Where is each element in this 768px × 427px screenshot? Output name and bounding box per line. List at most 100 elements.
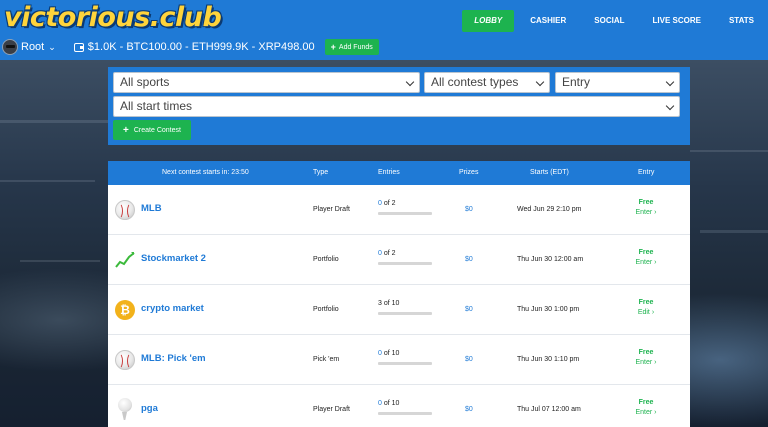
start-time-select[interactable]: All start times [113,96,680,117]
entries-count: 0 [378,200,382,207]
enter-button[interactable]: Enter › [623,209,669,216]
chevron-down-icon [535,77,545,87]
stock-chart-icon [115,250,135,270]
top-bar: victorious.club LOBBY CASHIER SOCIAL LIV… [0,0,768,60]
contest-name[interactable]: MLB [141,203,162,214]
contest-name[interactable]: crypto market [141,303,204,314]
entries-max: of 2 [383,200,396,207]
contest-entry: Free Edit › [623,299,669,316]
contest-entries: 0 of 2 [378,200,432,215]
start-time-select-value: All start times [120,99,193,113]
contest-start-time: Thu Jun 30 1:00 pm [517,306,580,313]
enter-label: Enter [635,409,653,416]
entry-select[interactable]: Entry [555,72,680,93]
nav-live-score[interactable]: LIVE SCORE [639,10,715,32]
contest-entry: Free Enter › [623,199,669,216]
sport-select-value: All sports [120,75,170,89]
site-logo[interactable]: victorious.club [4,2,222,36]
entries-max: of 10 [383,350,400,357]
avatar[interactable] [2,39,18,55]
entries-progress-bar [378,312,432,315]
contest-type: Portfolio [313,306,339,313]
table-row[interactable]: crypto market Portfolio 3 of 10 $0 Thu J… [108,285,690,335]
contest-type: Player Draft [313,406,350,413]
user-bar: Root ⌄ $1.0K - BTC100.00 - ETH999.9K - X… [2,38,379,56]
entries-count: 0 [378,400,382,407]
entries-progress-bar [378,412,432,415]
entry-fee: Free [638,399,654,406]
column-entries[interactable]: Entries [378,161,400,185]
chevron-down-icon [405,77,415,87]
table-row[interactable]: MLB Player Draft 0 of 2 $0 Wed Jun 29 2:… [108,185,690,235]
contest-start-time: Thu Jun 30 1:10 pm [517,356,580,363]
chevron-right-icon: › [654,409,657,416]
contest-entry: Free Enter › [623,399,669,416]
contest-prize: $0 [465,356,473,363]
entries-count: 0 [378,250,382,257]
column-starts[interactable]: Starts (EDT) [530,161,569,185]
contest-type: Portfolio [313,256,339,263]
golf-ball-icon [118,398,132,412]
wallet-icon [73,42,84,52]
contest-entries: 0 of 2 [378,250,432,265]
chevron-down-icon[interactable]: ⌄ [48,42,56,53]
contest-table: Next contest starts in: 23:50 Type Entri… [108,161,690,427]
filter-panel: All sports All contest types Entry All s… [108,67,690,145]
edit-label: Edit [637,309,650,316]
contest-type: Pick 'em [313,356,340,363]
column-entry[interactable]: Entry [638,161,654,185]
entries-progress-bar [378,362,432,365]
chevron-down-icon [665,101,675,111]
add-funds-label: Add Funds [338,43,373,51]
contest-entry: Free Enter › [623,349,669,366]
plus-icon: + [330,42,336,52]
chevron-right-icon: › [654,209,657,216]
enter-label: Enter [635,209,653,216]
enter-button[interactable]: Enter › [623,409,669,416]
entry-fee: Free [638,249,654,256]
enter-button[interactable]: Enter › [623,259,669,266]
chevron-right-icon: › [654,359,657,366]
table-row[interactable]: MLB: Pick 'em Pick 'em 0 of 10 $0 Thu Ju… [108,335,690,385]
contest-prize: $0 [465,306,473,313]
nav-cashier[interactable]: CASHIER [516,10,580,32]
contest-start-time: Thu Jul 07 12:00 am [517,406,581,413]
contest-name[interactable]: Stockmarket 2 [141,253,206,264]
entry-fee: Free [638,349,654,356]
contest-type-select[interactable]: All contest types [424,72,550,93]
enter-button[interactable]: Enter › [623,359,669,366]
create-contest-button[interactable]: + Create Contest [113,120,191,140]
username[interactable]: Root [21,41,44,53]
contest-name[interactable]: pga [141,403,158,414]
wallet-balances[interactable]: $1.0K - BTC100.00 - ETH999.9K - XRP498.0… [73,41,315,53]
contest-type: Player Draft [313,206,350,213]
edit-button[interactable]: Edit › [623,309,669,316]
entry-select-value: Entry [562,75,591,89]
table-row[interactable]: Stockmarket 2 Portfolio 0 of 2 $0 Thu Ju… [108,235,690,285]
entries-progress-bar [378,262,432,265]
nav-lobby[interactable]: LOBBY [462,10,515,32]
column-type[interactable]: Type [313,161,328,185]
contest-type-select-value: All contest types [431,75,519,89]
contest-prize: $0 [465,256,473,263]
plus-icon: + [123,124,129,136]
baseball-icon [115,200,135,220]
contest-name[interactable]: MLB: Pick 'em [141,353,206,364]
contest-prize: $0 [465,406,473,413]
contest-entries: 0 of 10 [378,350,432,365]
add-funds-button[interactable]: + Add Funds [324,39,379,55]
baseball-icon [115,350,135,370]
entries-max: of 10 [383,300,400,307]
nav-social[interactable]: SOCIAL [580,10,638,32]
main-nav: LOBBY CASHIER SOCIAL LIVE SCORE STATS [462,10,768,32]
column-prizes[interactable]: Prizes [459,161,478,185]
table-row[interactable]: pga Player Draft 0 of 10 $0 Thu Jul 07 1… [108,385,690,427]
contest-start-time: Thu Jun 30 12:00 am [517,256,584,263]
entries-progress-bar [378,212,432,215]
nav-stats[interactable]: STATS [715,10,768,32]
contest-start-time: Wed Jun 29 2:10 pm [517,206,582,213]
entries-max: of 2 [383,250,396,257]
sport-select[interactable]: All sports [113,72,420,93]
entries-count: 3 [378,300,382,307]
contest-prize: $0 [465,206,473,213]
